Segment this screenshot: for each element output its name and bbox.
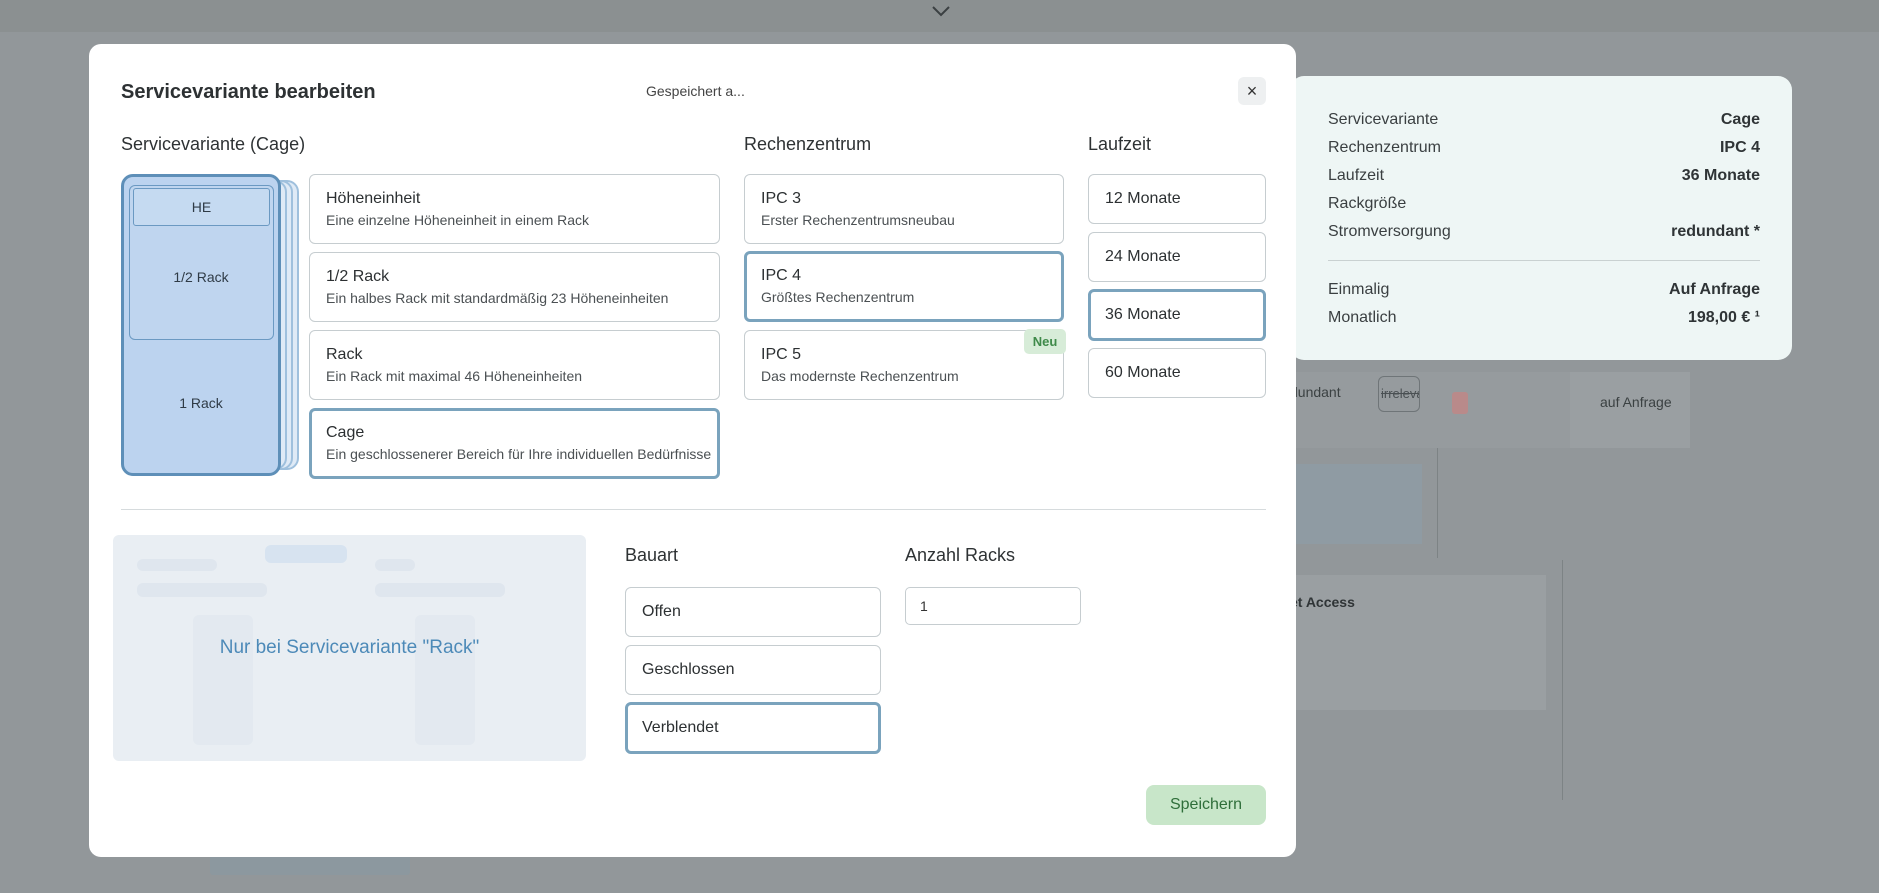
construction-option-closed[interactable]: Geschlossen	[625, 645, 881, 695]
modal-title: Servicevariante bearbeiten	[121, 81, 376, 103]
chevron-down-icon	[932, 6, 950, 17]
rack-half-label: 1/2 Rack	[173, 269, 229, 285]
background-divider	[1437, 448, 1438, 558]
term-option-24[interactable]: 24 Monate	[1088, 232, 1266, 282]
construction-title: Bauart	[625, 545, 679, 565]
background-irrelevant-box: irrelevа	[1378, 376, 1420, 412]
summary-row-term: Laufzeit 36 Monate	[1328, 167, 1760, 184]
datacenter-title: Rechenzentrum	[744, 134, 872, 154]
term-option-36[interactable]: 36 Monate	[1088, 289, 1266, 341]
rack-only-panel: Nur bei Servicevariante "Rack"	[113, 535, 586, 761]
background-cell	[1570, 372, 1690, 448]
datacenter-option-ipc5[interactable]: IPC 5 Das modernste Rechenzentrum	[744, 330, 1064, 400]
background-on-request-text: auf Anfrage	[1600, 394, 1672, 410]
service-option-rack[interactable]: Rack Ein Rack mit maximal 46 Höheneinhei…	[309, 330, 720, 400]
rack-he: HE	[133, 188, 270, 226]
service-option-half-rack[interactable]: 1/2 Rack Ein halbes Rack mit standardmäß…	[309, 252, 720, 322]
summary-row-datacenter: Rechenzentrum IPC 4	[1328, 139, 1760, 156]
order-summary-card: Servicevariante Cage Rechenzentrum IPC 4 L…	[1290, 76, 1792, 360]
saved-status: Gespeichert a...	[646, 83, 745, 99]
construction-option-veneered[interactable]: Verblendet	[625, 702, 881, 754]
datacenter-option-ipc4[interactable]: IPC 4 Größtes Rechenzentrum	[744, 251, 1064, 322]
service-variant-title: Servicevariante (Cage)	[121, 134, 306, 154]
background-access-label: et Access	[1290, 594, 1355, 610]
rack-full: HE 1/2 Rack 1 Rack	[121, 174, 281, 476]
service-option-height-unit[interactable]: Höheneinheit Eine einzelne Höheneinheit …	[309, 174, 720, 244]
edit-service-modal: Servicevariante bearbeiten Gespeichert a…	[89, 44, 1296, 857]
datacenter-option-ipc3[interactable]: IPC 3 Erster Rechenzentrumsneubau	[744, 174, 1064, 244]
close-button[interactable]: ×	[1238, 77, 1266, 105]
background-blue-area	[1290, 464, 1422, 544]
rack-full-label: 1 Rack	[179, 395, 223, 411]
section-divider	[121, 509, 1266, 510]
rack-count-input[interactable]	[905, 587, 1081, 625]
rack-only-hint: Nur bei Servicevariante "Rack"	[219, 637, 480, 658]
new-badge: Neu	[1024, 329, 1066, 354]
save-button[interactable]: Speichern	[1146, 785, 1266, 825]
summary-row-monthly: Monatlich 198,00 € ¹	[1328, 309, 1760, 326]
summary-row-service: Servicevariante Cage	[1328, 111, 1760, 128]
trash-icon	[1452, 392, 1468, 414]
rack-count-title: Anzahl Racks	[905, 545, 1016, 565]
service-option-cage[interactable]: Cage Ein geschlossenerer Bereich für Ihr…	[309, 408, 720, 479]
summary-row-power: Stromversorgung redundant *	[1328, 223, 1760, 240]
background-bottom-tab	[210, 855, 410, 875]
summary-row-one-time: Einmalig Auf Anfrage	[1328, 281, 1760, 298]
summary-divider	[1328, 260, 1760, 261]
term-title: Laufzeit	[1088, 134, 1152, 154]
rack-size-visual: HE 1/2 Rack 1 Rack	[121, 174, 299, 476]
background-redundant-text: dundant	[1290, 384, 1341, 400]
summary-row-rack-size: Rackgröße	[1328, 195, 1407, 212]
construction-option-open[interactable]: Offen	[625, 587, 881, 637]
term-option-60[interactable]: 60 Monate	[1088, 348, 1266, 398]
background-divider	[1562, 560, 1563, 800]
term-option-12[interactable]: 12 Monate	[1088, 174, 1266, 224]
